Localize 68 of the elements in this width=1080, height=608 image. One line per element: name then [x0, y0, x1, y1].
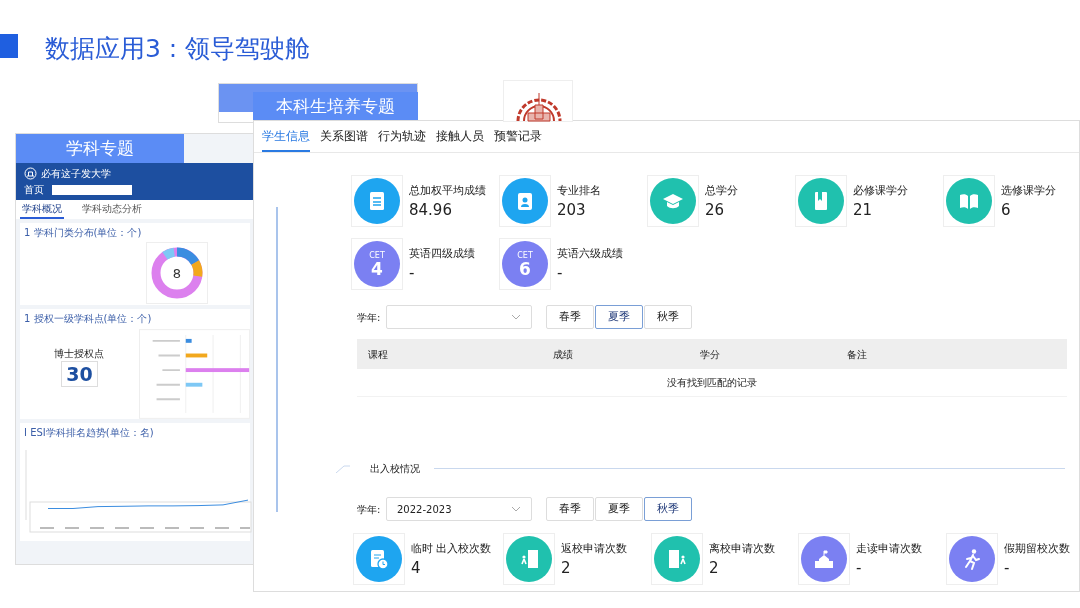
season-button[interactable]: 春季 [546, 497, 594, 521]
icon-label: CET [369, 250, 385, 260]
stat-label: 返校申请次数 [561, 541, 627, 557]
stat-value: 84.96 [409, 199, 453, 220]
stat-label: 临时 出入校次数 [411, 541, 492, 557]
sub-tab[interactable]: 学科动态分析 [80, 200, 144, 219]
stat-label: 英语六级成绩 [557, 246, 623, 262]
season-button[interactable]: 秋季 [644, 305, 692, 329]
site-name: 必有这子发大学 [41, 167, 111, 181]
season-button[interactable]: 秋季 [644, 497, 692, 521]
season-button[interactable]: 夏季 [595, 497, 643, 521]
stat-label: 走读申请次数 [856, 541, 922, 557]
stat-value: 203 [557, 199, 587, 220]
stat-value: 2 [709, 557, 720, 578]
tab[interactable]: 接触人员 [436, 121, 484, 152]
stat-value: - [557, 262, 564, 283]
season-button[interactable]: 夏季 [595, 305, 643, 329]
stat-value: 4 [411, 557, 422, 578]
stat-value: - [1004, 557, 1011, 578]
sub-tab[interactable]: 学科概况 [20, 200, 64, 219]
tab[interactable]: 预警记录 [494, 121, 542, 152]
slide-title: 数据应用3 : 领导驾驶舱 [45, 33, 311, 65]
chevron-down-icon [511, 314, 521, 320]
column-header: 备注 [847, 347, 868, 362]
section-banner: 学科专题 [16, 134, 184, 163]
section-title: I ESI学科排名趋势(单位：名) [23, 426, 155, 440]
home-link[interactable]: 首页 [24, 182, 44, 197]
stat-label: 专业排名 [557, 183, 601, 199]
stat-label: 博士授权点 [54, 347, 105, 361]
section-corner-icon [336, 464, 350, 473]
stat-value: 26 [705, 199, 726, 220]
column-header: 课程 [368, 347, 389, 362]
stat-value: - [856, 557, 863, 578]
section-title: 出入校情况 [369, 462, 421, 476]
section-banner: 本科生培养专题 [253, 92, 418, 120]
stat-value: - [409, 262, 416, 283]
icon-number: 4 [371, 259, 383, 278]
column-header: 成绩 [553, 347, 574, 362]
field-label: 学年: [357, 502, 382, 517]
stat-label: 选修课学分 [1001, 183, 1056, 199]
stat-value: 30 [61, 361, 98, 387]
field-label: 学年: [357, 310, 382, 325]
chevron-down-icon [511, 506, 521, 512]
tab[interactable]: 行为轨迹 [378, 121, 426, 152]
school-icon [812, 547, 836, 571]
column-header: 学分 [700, 347, 721, 362]
tab-select[interactable] [52, 184, 132, 195]
stat-label: 假期留校次数 [1004, 541, 1070, 557]
stat-value: 6 [1001, 199, 1012, 220]
stat-label: 英语四级成绩 [409, 246, 475, 262]
icon-number: 6 [519, 259, 531, 278]
title-marker [0, 34, 18, 58]
stat-value: 2 [561, 557, 572, 578]
select-value: 2022-2023 [397, 502, 452, 517]
stat-label: 必修课学分 [853, 183, 908, 199]
season-button[interactable]: 春季 [546, 305, 594, 329]
year-select[interactable]: 2022-2023 [386, 497, 532, 521]
stat-value: 21 [853, 199, 874, 220]
section-title: 1 授权一级学科点(单位：个) [23, 312, 153, 326]
donut-drawing: 8 [149, 245, 205, 301]
stat-label: 离校申请次数 [709, 541, 775, 557]
empty-message: 没有找到匹配的记录 [357, 369, 1067, 397]
stat-label: 总加权平均成绩 [409, 183, 486, 199]
logo-icon [24, 167, 37, 180]
section-title: 1 学科门类分布(单位：个) [23, 226, 143, 240]
icon-label: CET [517, 250, 533, 260]
stat-label: 总学分 [705, 183, 738, 199]
tab[interactable]: 关系图谱 [320, 121, 368, 152]
